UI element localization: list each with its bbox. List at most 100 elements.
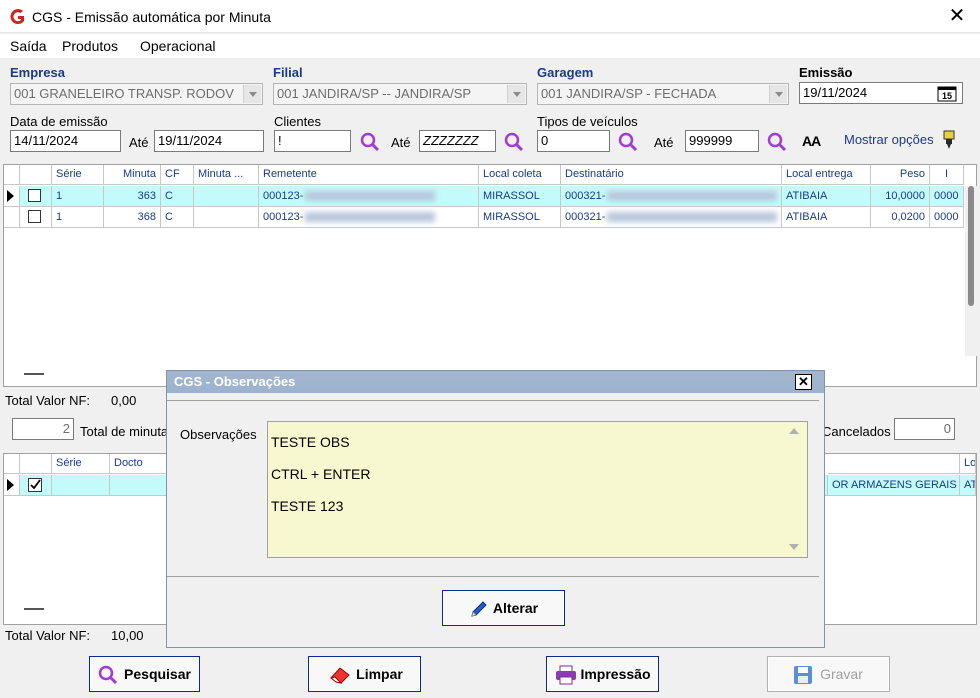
tipos-ate-field[interactable]: 999999 — [685, 130, 759, 152]
cell-destinatario: 000321- — [561, 186, 782, 207]
grid-header-local-entrega[interactable]: Local entrega — [782, 165, 871, 185]
checked-checkbox-icon[interactable] — [28, 478, 43, 492]
total-minutas-count: 2 — [12, 418, 74, 440]
ate-label: Até — [129, 135, 149, 150]
row-pointer-icon — [7, 479, 14, 491]
cell-local: ATI — [960, 475, 976, 496]
minutas-grid-header: Série Minuta CF Minuta ... Remetente Loc… — [4, 165, 964, 185]
clientes-label: Clientes — [274, 114, 321, 129]
chevron-down-icon[interactable] — [769, 85, 787, 103]
empresa-value: 001 GRANELEIRO TRANSP. RODOV — [14, 86, 234, 101]
menu-produtos[interactable]: Produtos — [62, 38, 118, 54]
clientes-ate-field[interactable]: ZZZZZZZ — [419, 130, 496, 152]
scroll-up-icon[interactable] — [789, 428, 799, 434]
grid-header-serie[interactable]: Série — [52, 165, 104, 185]
menu-operacional[interactable]: Operacional — [140, 38, 216, 54]
calendar-icon[interactable]: 15 — [937, 85, 957, 102]
cell-peso: 10,0000 — [871, 186, 930, 207]
mostrar-opcoes-link[interactable]: Mostrar opções — [844, 132, 934, 147]
grid-resize-handle[interactable] — [24, 608, 44, 610]
vertical-scrollbar[interactable] — [965, 186, 977, 356]
cell-minuta: 368 — [104, 207, 161, 228]
grid-header-blank — [828, 454, 960, 474]
tipos-ate-label: Até — [654, 135, 674, 150]
search-icon — [98, 665, 118, 685]
search-icon[interactable] — [617, 131, 639, 153]
table-row[interactable]: 1 363 C 000123- MIRASSOL 000321- ATIBAIA… — [4, 186, 964, 207]
row-checkbox[interactable] — [28, 210, 41, 223]
font-size-icon[interactable]: AA — [802, 133, 821, 149]
cell-peso: 0,0200 — [871, 207, 930, 228]
blurred-name — [607, 191, 778, 202]
cell-remetente: 000123- — [259, 207, 479, 228]
row-indicator — [4, 475, 20, 496]
row-check-cell[interactable] — [20, 186, 52, 207]
window-close-button[interactable]: ✕ — [944, 5, 970, 27]
grid-header-cf[interactable]: CF — [161, 165, 194, 185]
app-logo-icon — [10, 9, 24, 25]
cell-serie: 1 — [52, 186, 104, 207]
row-pointer-icon — [7, 190, 14, 202]
remetente-code: 000123- — [263, 211, 304, 223]
blurred-name — [607, 212, 778, 223]
row-indicator — [4, 186, 20, 207]
cancelados-value: 0 — [894, 418, 955, 440]
data-de-field[interactable]: 14/11/2024 — [10, 130, 121, 152]
cell-minuta2 — [194, 186, 259, 207]
cell-serie — [52, 475, 110, 496]
observacoes-textarea[interactable]: TESTE OBS CTRL + ENTER TESTE 123 — [267, 421, 808, 558]
alterar-button[interactable]: Alterar — [442, 590, 565, 626]
chevron-down-icon[interactable] — [243, 85, 261, 103]
row-check-cell[interactable] — [20, 207, 52, 228]
cell-minuta: 363 — [104, 186, 161, 207]
dialog-close-button[interactable]: ✕ — [795, 374, 812, 390]
filial-select[interactable]: 001 JANDIRA/SP -- JANDIRA/SP — [273, 83, 527, 105]
pencil-icon — [471, 601, 487, 617]
grid-resize-handle[interactable] — [24, 373, 44, 375]
cell-remetente: 000123- — [259, 186, 479, 207]
pesquisar-button[interactable]: Pesquisar — [89, 656, 200, 692]
data-ate-field[interactable]: 19/11/2024 — [154, 130, 264, 152]
garagem-select[interactable]: 001 JANDIRA/SP - FECHADA — [537, 83, 789, 105]
grid-header-extra[interactable]: I — [930, 165, 964, 185]
cell-local-coleta: MIRASSOL — [479, 186, 561, 207]
grid-header-remetente[interactable]: Remetente — [259, 165, 479, 185]
grid-header-minuta[interactable]: Minuta — [104, 165, 161, 185]
gravar-button[interactable]: Gravar — [767, 656, 890, 692]
observacoes-label: Observações — [180, 427, 257, 442]
search-icon[interactable] — [503, 131, 525, 153]
cell-extra: 0000 — [930, 186, 964, 207]
row-check-cell[interactable] — [20, 475, 52, 496]
empresa-label: Empresa — [10, 65, 65, 80]
tipos-de-field[interactable]: 0 — [537, 130, 610, 152]
grid-header-local-coleta[interactable]: Local coleta — [479, 165, 561, 185]
cell-local-entrega: ATIBAIA — [782, 186, 871, 207]
limpar-button[interactable]: Limpar — [308, 656, 421, 692]
cell-extra: 0000 — [930, 207, 964, 228]
scrollbar-thumb[interactable] — [968, 186, 974, 306]
impressao-button[interactable]: Impressão — [546, 656, 659, 692]
total-nf-value-1: 0,00 — [111, 393, 137, 408]
highlighter-icon[interactable] — [941, 130, 957, 150]
dialog-divider — [167, 400, 819, 401]
grid-header-destinatario[interactable]: Destinatário — [561, 165, 782, 185]
save-icon — [794, 666, 812, 684]
filial-label: Filial — [273, 65, 303, 80]
table-row[interactable]: 1 368 C 000123- MIRASSOL 000321- ATIBAIA… — [4, 207, 964, 228]
menu-saida[interactable]: Saída — [10, 38, 47, 54]
eraser-icon — [329, 667, 350, 684]
grid-header-peso[interactable]: Peso — [871, 165, 930, 185]
grid-header-serie[interactable]: Série — [52, 454, 110, 474]
search-icon[interactable] — [359, 131, 381, 153]
grid-header-minuta2[interactable]: Minuta ... — [194, 165, 259, 185]
row-checkbox[interactable] — [28, 189, 41, 202]
grid-header-check — [20, 165, 52, 185]
grid-header-indicator — [4, 454, 20, 474]
scroll-down-icon[interactable] — [789, 544, 799, 550]
search-icon[interactable] — [766, 131, 788, 153]
empresa-select[interactable]: 001 GRANELEIRO TRANSP. RODOV — [10, 83, 263, 105]
grid-header-lo[interactable]: Lo — [960, 454, 976, 474]
total-nf-label-1: Total Valor NF: — [5, 393, 91, 408]
clientes-de-field[interactable]: ! — [274, 130, 351, 152]
chevron-down-icon[interactable] — [507, 85, 525, 103]
